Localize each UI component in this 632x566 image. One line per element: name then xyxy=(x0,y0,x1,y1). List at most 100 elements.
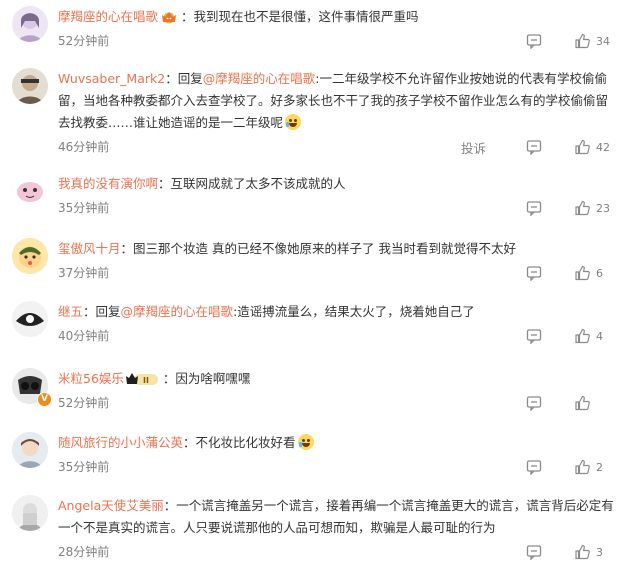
thumbs-up-icon xyxy=(575,33,590,49)
crown-badge-icon xyxy=(162,12,177,24)
comment-body: 摩羯座的心在唱歌 ：我到现在也不是很懂，这件事情很严重吗 52分钟前 34 xyxy=(58,6,618,52)
colon: ： xyxy=(120,241,134,256)
timestamp: 35分钟前 xyxy=(58,201,110,215)
username-link[interactable]: 随风旅行的小小蒲公英 xyxy=(58,435,183,450)
username-link[interactable]: 我真的没有演你啊 xyxy=(58,176,158,191)
avatar[interactable] xyxy=(12,68,48,104)
comment-body: Wuvsaber_Mark2：回复@摩羯座的心在唱歌:一二年级学校不允许留作业按… xyxy=(58,68,618,158)
comment-reply-icon[interactable] xyxy=(526,265,542,281)
comment-text: 摩羯座的心在唱歌 ：我到现在也不是很懂，这件事情很严重吗 xyxy=(58,6,618,28)
username-link[interactable]: 摩羯座的心在唱歌 xyxy=(58,9,158,24)
comment-actions: 34 xyxy=(526,30,618,52)
comment-reply-icon[interactable] xyxy=(526,395,542,411)
timestamp: 37分钟前 xyxy=(58,266,110,280)
username-link[interactable]: 继五 xyxy=(58,304,83,319)
comment-actions xyxy=(526,392,618,414)
thumbs-up-icon xyxy=(575,395,590,411)
like-count: 6 xyxy=(596,266,603,280)
svg-text:II: II xyxy=(143,376,149,385)
comment-reply-icon[interactable] xyxy=(526,328,542,344)
avatar[interactable] xyxy=(12,238,48,274)
colon: ： xyxy=(165,71,178,86)
verified-badge-icon: V xyxy=(37,392,52,407)
comment-reply-icon[interactable] xyxy=(526,200,542,216)
comment-text: 米粒56娱乐 II ：因为啥啊嘿嘿 xyxy=(58,368,618,390)
comment-reply-icon[interactable] xyxy=(526,544,542,560)
mention-link[interactable]: @摩羯座的心在唱歌 xyxy=(203,71,316,86)
thumbs-up-icon xyxy=(575,139,590,155)
comment-body: 继五：回复@摩羯座的心在唱歌:造谣搏流量么，结果太火了，烧着她自己了 40分钟前 4 xyxy=(58,301,618,347)
comment-meta: 28分钟前 3 xyxy=(58,541,618,563)
comment-reply-icon[interactable] xyxy=(526,459,542,475)
like-button[interactable]: 6 xyxy=(574,265,618,281)
comment-body: 米粒56娱乐 II ：因为啥啊嘿嘿 52分钟前 xyxy=(58,368,618,414)
comment-body: Angela天使艾美丽：一个谎言掩盖另一个谎言，接着再编一个谎言掩盖更大的谎言，… xyxy=(58,495,618,563)
laugh-cry-emoji-icon xyxy=(285,114,302,130)
comment-content: 我到现在也不是很懂，这件事情很严重吗 xyxy=(193,9,419,24)
colon: ： xyxy=(162,371,176,386)
timestamp: 46分钟前 xyxy=(58,140,110,154)
thumbs-up-icon xyxy=(575,328,590,344)
comment-text: Wuvsaber_Mark2：回复@摩羯座的心在唱歌:一二年级学校不允许留作业按… xyxy=(58,68,618,134)
comment-reply-icon[interactable] xyxy=(526,139,542,155)
colon: ： xyxy=(163,498,177,513)
comment-meta: 40分钟前 4 xyxy=(58,325,618,347)
avatar[interactable] xyxy=(12,6,48,42)
avatar[interactable] xyxy=(12,301,48,337)
report-button[interactable]: 投诉 xyxy=(461,138,486,157)
comment-reply-icon[interactable] xyxy=(526,33,542,49)
avatar[interactable] xyxy=(12,432,48,468)
comment-meta: 46分钟前 投诉 42 xyxy=(58,136,618,158)
comment-meta: 35分钟前 23 xyxy=(58,197,618,219)
laugh-cry-emoji-icon xyxy=(297,434,314,450)
like-button[interactable]: 42 xyxy=(574,139,618,155)
colon: ： xyxy=(83,304,96,319)
like-button[interactable]: 34 xyxy=(574,33,618,49)
reply-prefix: 回复 xyxy=(95,304,121,319)
timestamp: 35分钟前 xyxy=(58,460,110,474)
comment-content: 不化妆比化妆好看 xyxy=(195,435,296,450)
comment-body: 随风旅行的小小蒲公英：不化妆比化妆好看 35分钟前 2 xyxy=(58,432,618,478)
comment-meta: 35分钟前 2 xyxy=(58,456,618,478)
thumbs-up-icon xyxy=(575,459,590,475)
avatar[interactable] xyxy=(12,173,48,209)
comment-content: 互联网成就了太多不该成就的人 xyxy=(170,176,346,191)
comment-meta: 52分钟前 xyxy=(58,392,618,414)
comment-actions: 4 xyxy=(526,325,618,347)
colon: ： xyxy=(158,176,171,191)
username-link[interactable]: Angela天使艾美丽 xyxy=(58,498,164,513)
mention-link[interactable]: @摩羯座的心在唱歌 xyxy=(121,304,234,319)
comment-text: 随风旅行的小小蒲公英：不化妆比化妆好看 xyxy=(58,432,618,454)
thumbs-up-icon xyxy=(575,544,590,560)
comment-text: 玺傲风十月：图三那个妆造 真的已经不像她原来的样子了 我当时看到就觉得不太好 xyxy=(58,238,618,260)
like-count: 34 xyxy=(596,34,610,48)
username-link[interactable]: 米粒56娱乐 xyxy=(58,371,124,386)
comment-actions: 2 xyxy=(526,456,618,478)
like-button[interactable]: 3 xyxy=(574,544,618,560)
timestamp: 40分钟前 xyxy=(58,329,110,343)
avatar[interactable] xyxy=(12,495,48,531)
like-count: 2 xyxy=(596,460,603,474)
like-button[interactable]: 23 xyxy=(574,200,618,216)
thumbs-up-icon xyxy=(575,200,590,216)
like-count: 23 xyxy=(596,201,610,215)
comment-content: 因为啥啊嘿嘿 xyxy=(175,371,251,386)
comment-actions: 6 xyxy=(526,262,618,284)
username-link[interactable]: Wuvsaber_Mark2 xyxy=(58,71,165,86)
comment-actions: 23 xyxy=(526,197,618,219)
comment-text: 继五：回复@摩羯座的心在唱歌:造谣搏流量么，结果太火了，烧着她自己了 xyxy=(58,301,618,323)
comment-text: Angela天使艾美丽：一个谎言掩盖另一个谎言，接着再编一个谎言掩盖更大的谎言，… xyxy=(58,495,618,539)
comment-meta: 37分钟前 6 xyxy=(58,262,618,284)
comment-meta: 52分钟前 34 xyxy=(58,30,618,52)
comment-body: 我真的没有演你啊：互联网成就了太多不该成就的人 35分钟前 23 xyxy=(58,173,618,219)
username-link[interactable]: 玺傲风十月 xyxy=(58,241,121,256)
like-button[interactable]: 4 xyxy=(574,328,618,344)
like-button[interactable] xyxy=(574,395,618,411)
like-button[interactable]: 2 xyxy=(574,459,618,475)
timestamp: 28分钟前 xyxy=(58,545,110,559)
timestamp: 52分钟前 xyxy=(58,396,110,410)
reply-prefix: 回复 xyxy=(177,71,203,86)
comment-text: 我真的没有演你啊：互联网成就了太多不该成就的人 xyxy=(58,173,618,195)
colon: ： xyxy=(183,435,196,450)
comment-actions: 3 xyxy=(526,541,618,563)
